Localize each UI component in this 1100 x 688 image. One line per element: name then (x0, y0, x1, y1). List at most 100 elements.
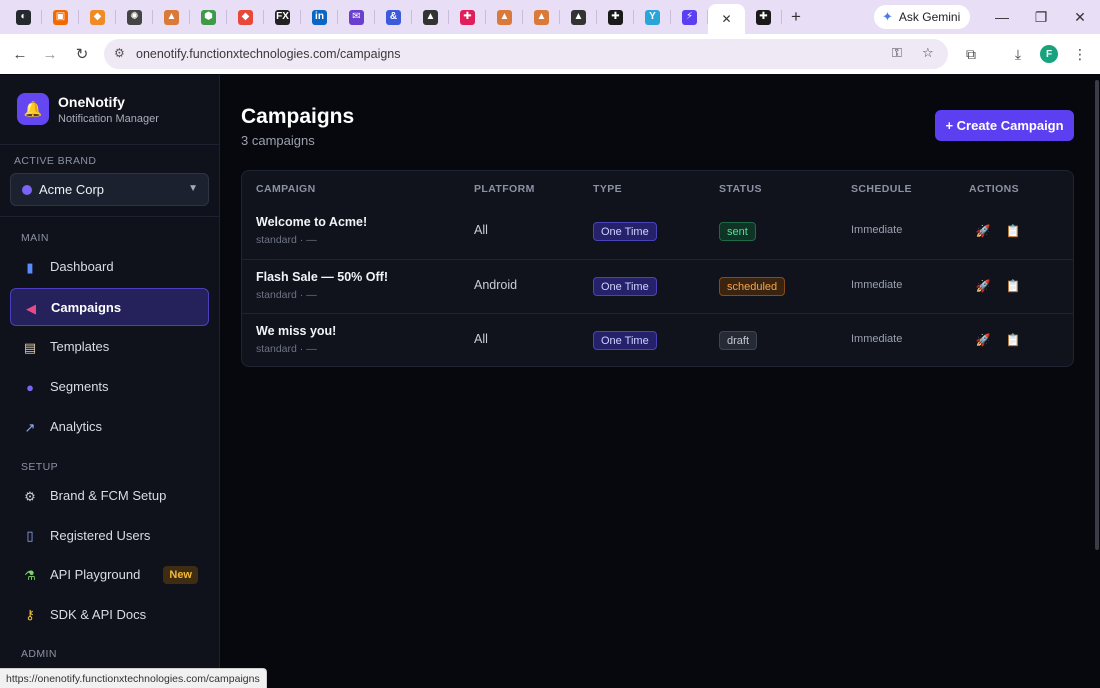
sidebar-item-api-playground[interactable]: ⚗ API Playground New (10, 556, 209, 594)
sidebar: 🔔 OneNotify Notification Manager ACTIVE … (0, 75, 220, 688)
sidebar-item-analytics[interactable]: ↗ Analytics (10, 408, 209, 446)
url-text: onenotify.functionxtechnologies.com/camp… (136, 47, 401, 61)
reload-icon[interactable]: ↻ (71, 43, 93, 65)
download-icon[interactable]: ⤓ (1008, 44, 1028, 64)
rocket-icon[interactable]: 🚀 (974, 277, 992, 295)
campaign-name: We miss you! (256, 324, 337, 338)
chevron-down-icon: ▼ (188, 183, 198, 194)
sidebar-item-segments[interactable]: ● Segments (10, 368, 209, 406)
rocket-icon[interactable]: 🚀 (974, 222, 992, 240)
clipboard-icon: ▤ (23, 339, 37, 355)
bell-icon: 🔔 (17, 93, 49, 125)
browser-tab[interactable]: ▣ (42, 0, 79, 34)
status-badge: sent (719, 222, 756, 241)
profile-avatar[interactable]: F (1040, 45, 1058, 63)
column-header-campaign: CAMPAIGN (256, 183, 316, 195)
github-icon: ◐ (16, 9, 31, 25)
chatgpt-icon: ✺ (127, 9, 142, 25)
back-icon[interactable]: ← (9, 43, 31, 65)
browser-tab[interactable]: ▲ (153, 0, 190, 34)
page-title: Campaigns (241, 105, 355, 128)
menu-kebab-icon[interactable]: ⋮ (1070, 44, 1090, 64)
new-badge: New (163, 566, 198, 584)
password-key-icon[interactable]: ⚿ (892, 45, 902, 61)
flask-icon: ⚗ (24, 567, 36, 583)
browser-tab[interactable]: ⬢ (190, 0, 227, 34)
cross-icon: ✚ (756, 9, 771, 25)
browser-tab[interactable]: ✉ (338, 0, 375, 34)
sidebar-item-dashboard[interactable]: ▮ Dashboard (10, 248, 209, 286)
minimize-icon[interactable]: — (982, 0, 1022, 34)
page-scrollbar[interactable] (1095, 80, 1099, 550)
address-bar[interactable]: ⚙ onenotify.functionxtechnologies.com/ca… (104, 39, 948, 69)
section-label-admin: ADMIN (21, 648, 57, 660)
tab-search-icon[interactable]: ⧉ (961, 44, 981, 64)
bookmark-star-icon[interactable]: ☆ (922, 45, 934, 61)
browser-tab[interactable]: Y (634, 0, 671, 34)
browser-tab[interactable]: ✚ (745, 0, 782, 34)
campaign-platform: All (474, 332, 488, 346)
trend-icon: ↗ (24, 419, 36, 435)
browser-tab[interactable]: ✚ (597, 0, 634, 34)
browser-tab[interactable]: ◆ (79, 0, 116, 34)
browser-tab[interactable]: & (375, 0, 412, 34)
browser-tab[interactable]: ◐ (5, 0, 42, 34)
restore-icon[interactable]: ❐ (1021, 0, 1061, 34)
create-campaign-button[interactable]: + Create Campaign (935, 110, 1074, 141)
rocket-icon[interactable]: 🚀 (974, 331, 992, 349)
campaign-meta: standard · — (256, 234, 317, 246)
campaign-platform: Android (474, 278, 518, 292)
mountain-icon: ▲ (497, 9, 512, 25)
clipboard-icon[interactable]: 📋 (1004, 222, 1022, 240)
close-icon[interactable]: ✕ (721, 12, 731, 26)
megaphone-icon: ◀ (26, 300, 36, 316)
close-window-icon[interactable]: ✕ (1060, 0, 1100, 34)
section-label-setup: SETUP (21, 461, 59, 473)
status-badge: scheduled (719, 277, 786, 296)
browser-tab[interactable]: ▲ (523, 0, 560, 34)
sidebar-item-brand-fcm[interactable]: ⚙ Brand & FCM Setup (10, 477, 209, 515)
browser-toolbar: ← → ↻ ⚙ onenotify.functionxtechnologies.… (0, 34, 1100, 74)
clipboard-icon[interactable]: 📋 (1004, 277, 1022, 295)
brand-select[interactable]: Acme Corp ▼ (10, 173, 209, 206)
browser-tab-strip: ◐ ▣ ◆ ✺ ▲ ⬢ ◆ FX in ✉ & ▲ ✚ ▲ ▲ ▲ ✚ Y ⚡ ✕ ✚ + ✦ Ask Gemini — … (0, 0, 1100, 34)
browser-tab[interactable]: ✺ (116, 0, 153, 34)
sidebar-item-campaigns[interactable]: ◀ Campaigns (10, 288, 209, 326)
sidebar-item-label: Campaigns (51, 300, 122, 315)
forward-icon[interactable]: → (39, 43, 61, 65)
active-brand-label: ACTIVE BRAND (14, 155, 97, 167)
browser-tab[interactable]: ▲ (560, 0, 597, 34)
table-row[interactable]: Welcome to Acme! standard · — All One Time s… (242, 205, 1073, 259)
table-row[interactable]: Flash Sale — 50% Off! standard · — Android… (242, 259, 1073, 313)
sidebar-item-sdk-docs[interactable]: ⚷ SDK & API Docs (10, 596, 209, 634)
browser-tab[interactable]: ✚ (449, 0, 486, 34)
linkedin-icon: in (312, 9, 327, 25)
campaign-meta: standard · — (256, 289, 317, 301)
table-row[interactable]: We miss you! standard · — All One Time draft… (242, 313, 1073, 366)
ask-gemini-label: Ask Gemini (898, 10, 961, 24)
campaign-name: Welcome to Acme! (256, 215, 368, 229)
cross-icon: ✚ (608, 9, 623, 25)
browser-tab[interactable]: in (301, 0, 338, 34)
sidebar-divider (0, 144, 220, 145)
sidebar-item-registered-users[interactable]: ▯ Registered Users (10, 517, 209, 555)
site-info-icon[interactable]: ⚙ (114, 46, 125, 60)
column-header-actions: ACTIONS (969, 183, 1020, 195)
sidebar-item-label: Analytics (50, 419, 103, 434)
users-icon: ● (26, 379, 34, 395)
browser-tab[interactable]: ▲ (412, 0, 449, 34)
gemini-icon: ✦ (882, 9, 893, 24)
browser-tab[interactable]: ⚡ (671, 0, 708, 34)
browser-tab-active[interactable]: ✕ (708, 4, 745, 34)
sidebar-item-templates[interactable]: ▤ Templates (10, 328, 209, 366)
campaign-meta: standard · — (256, 343, 317, 355)
browser-tab[interactable]: FX (264, 0, 301, 34)
campaign-count: 3 campaigns (241, 133, 315, 148)
clipboard-icon[interactable]: 📋 (1004, 331, 1022, 349)
sidebar-item-label: Registered Users (50, 527, 151, 543)
mountain-icon: ▲ (534, 9, 549, 25)
browser-tab[interactable]: ▲ (486, 0, 523, 34)
ask-gemini-button[interactable]: ✦ Ask Gemini (874, 5, 971, 29)
new-tab-button[interactable]: + (782, 0, 810, 34)
browser-tab[interactable]: ◆ (227, 0, 264, 34)
